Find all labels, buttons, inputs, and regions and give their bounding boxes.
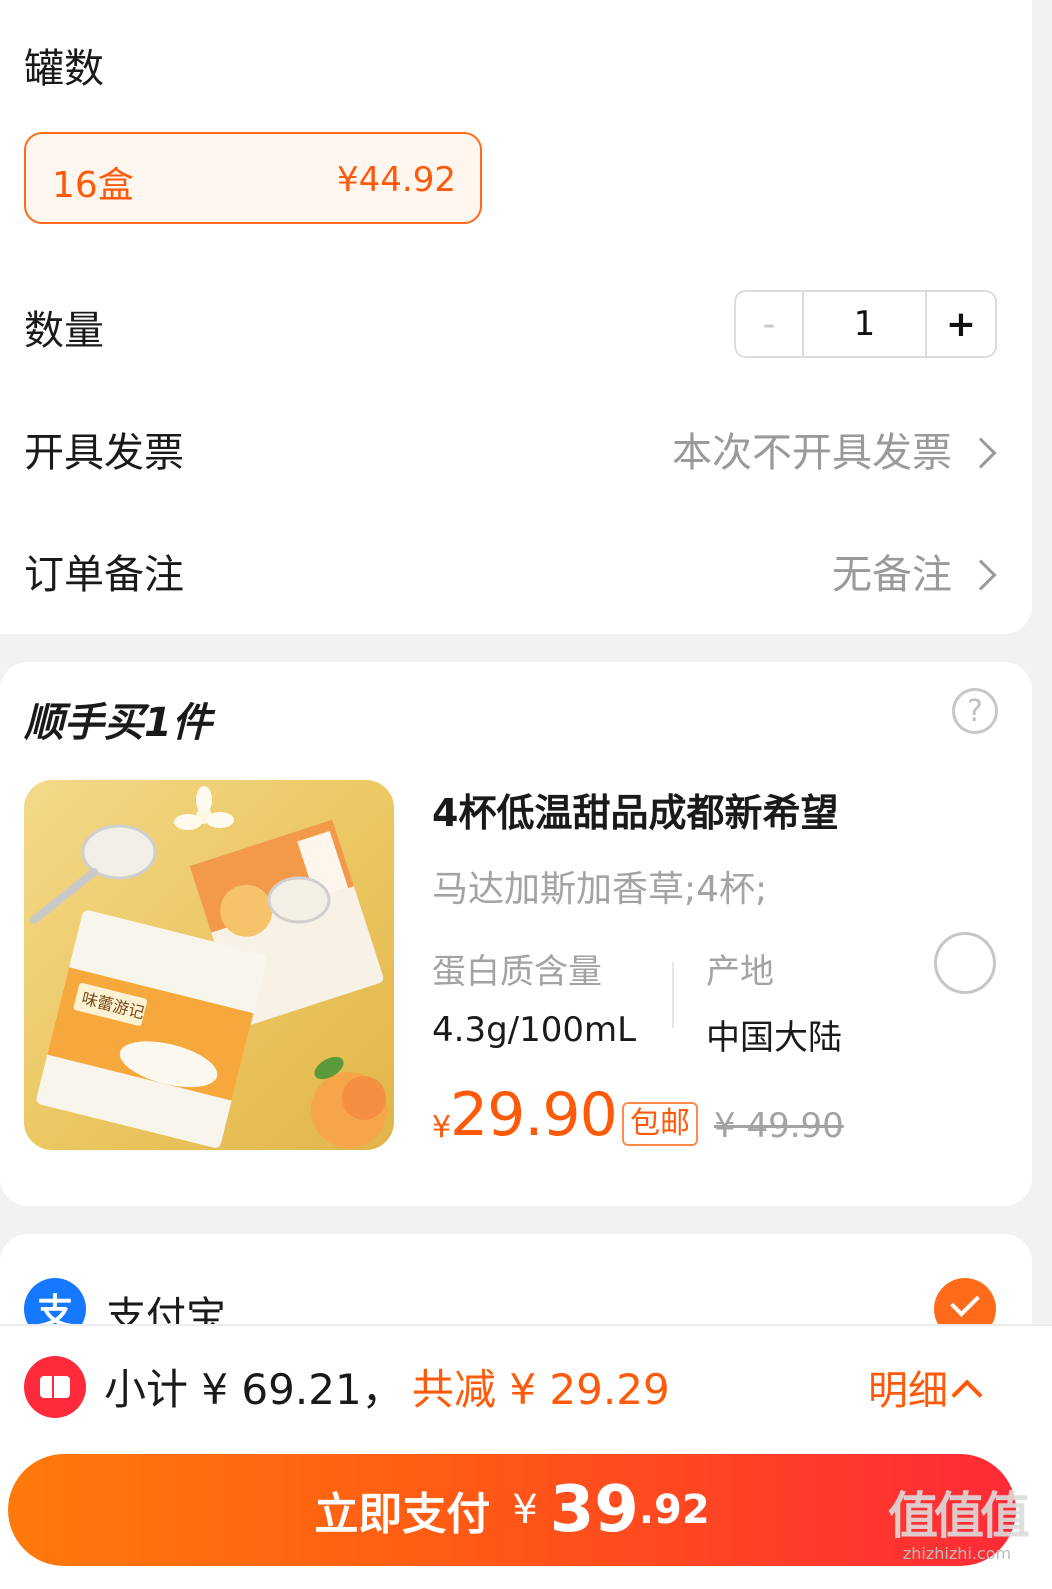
detail-link[interactable]: 明细 <box>868 1358 948 1416</box>
addon-card: 顺手买1件 ? 味蕾游记 4杯低温甜品成都新希望 马达加斯加香草;4杯; 蛋白质… <box>0 662 1032 1206</box>
free-shipping-badge: 包邮 <box>622 1102 698 1146</box>
remark-value: 无备注 <box>832 552 952 598</box>
spec-option-name: 16盒 <box>52 165 134 206</box>
spec-option-price: ¥44.92 <box>337 160 456 200</box>
addon-select-radio[interactable] <box>934 932 996 994</box>
chevron-up-icon[interactable] <box>951 1379 983 1411</box>
chevron-right-icon <box>965 437 997 469</box>
pay-amount-decimal: .92 <box>638 1487 710 1533</box>
attr-key-origin: 产地 <box>706 952 774 992</box>
coupon-icon <box>24 1356 86 1418</box>
discount-text: 共减 ¥ 29.29 <box>412 1365 670 1414</box>
product-image[interactable]: 味蕾游记 <box>24 780 394 1150</box>
invoice-value: 本次不开具发票 <box>672 430 952 476</box>
increment-button[interactable]: + <box>927 292 995 356</box>
product-illustration: 味蕾游记 <box>30 786 387 1148</box>
attr-value-origin: 中国大陆 <box>706 1018 842 1058</box>
spec-option-selected[interactable]: 16盒 ¥44.92 <box>24 132 482 224</box>
watermark: 值值值 zhizhizhi.com <box>882 1476 1032 1563</box>
can-count-label: 罐数 <box>24 46 104 92</box>
pay-amount-integer: 39 <box>549 1473 639 1547</box>
invoice-label: 开具发票 <box>24 430 184 476</box>
chevron-right-icon <box>965 559 997 591</box>
pay-now-button[interactable]: 立即支付 ¥ 39 .92 <box>8 1454 1016 1566</box>
pay-button-label: 立即支付 <box>314 1489 491 1540</box>
product-title[interactable]: 4杯低温甜品成都新希望 <box>432 782 838 837</box>
product-spec: 马达加斯加香草;4杯; <box>432 869 768 910</box>
price-symbol: ¥ <box>432 1110 452 1145</box>
checkout-bar: 小计 ¥ 69.21， 共减 ¥ 29.29 明细 立即支付 ¥ 39 .92 … <box>0 1324 1052 1589</box>
pay-currency-symbol: ¥ <box>512 1487 538 1533</box>
attr-key-protein: 蛋白质含量 <box>432 952 602 992</box>
watermark-url: zhizhizhi.com <box>902 1544 1012 1563</box>
watermark-logo: 值值值 <box>888 1487 1030 1545</box>
decrement-button[interactable]: - <box>736 292 804 356</box>
help-icon[interactable]: ? <box>952 688 998 734</box>
quantity-value[interactable]: 1 <box>804 292 927 356</box>
addon-title: 顺手买1件 <box>24 700 212 746</box>
attr-value-protein: 4.3g/100mL <box>432 1010 637 1050</box>
attr-divider <box>672 962 674 1028</box>
quantity-label: 数量 <box>24 308 104 354</box>
original-price: ¥ 49.90 <box>714 1106 844 1146</box>
order-options-card: 罐数 16盒 ¥44.92 数量 - 1 + 开具发票 本次不开具发票 订单备注… <box>0 0 1032 634</box>
quantity-stepper: - 1 + <box>734 290 997 358</box>
remark-label: 订单备注 <box>24 552 184 598</box>
product-price: 29.90 <box>450 1080 618 1150</box>
subtotal-text: 小计 ¥ 69.21， <box>104 1365 404 1414</box>
